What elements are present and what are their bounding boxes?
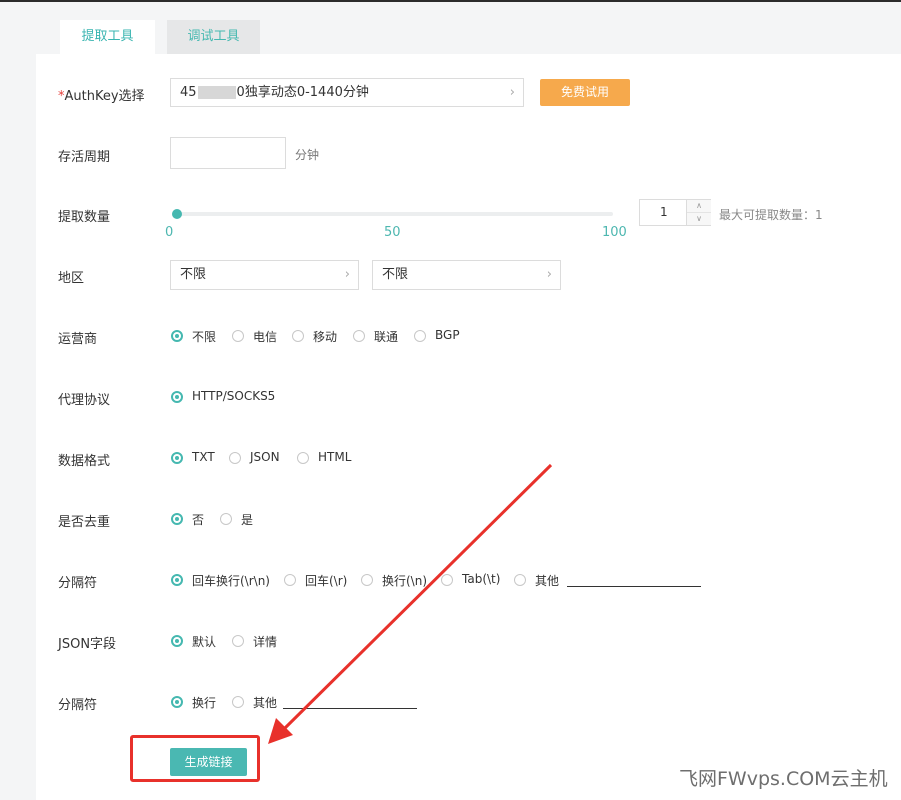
annotation-arrow (268, 463, 553, 744)
arrow-shaft (282, 463, 553, 731)
watermark-text: 飞网FWvps.COM云主机 (679, 768, 888, 790)
